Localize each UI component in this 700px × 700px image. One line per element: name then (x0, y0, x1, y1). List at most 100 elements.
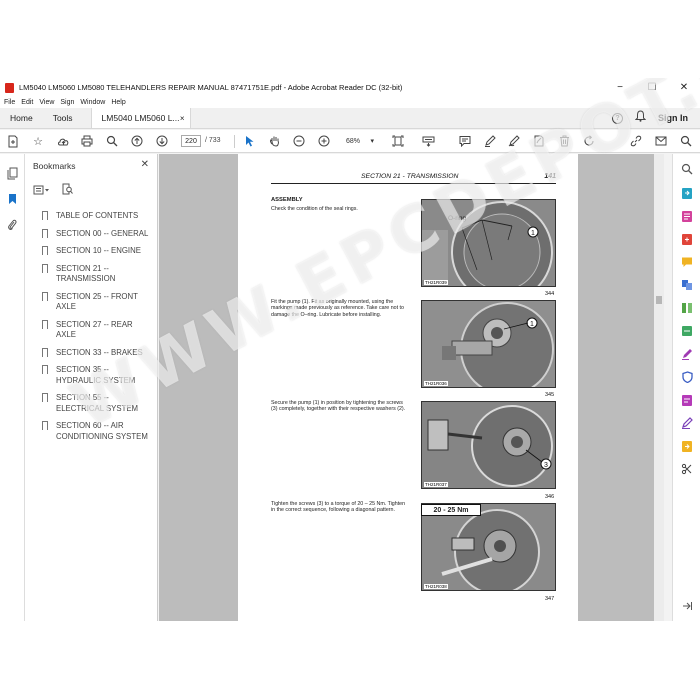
help-icon[interactable]: ? (612, 112, 623, 124)
bookmark-label: SECTION 60 -- AIR CONDITIONING SYSTEM (56, 421, 148, 441)
hand-tool-icon[interactable] (268, 134, 282, 148)
close-icon[interactable]: ✕ (141, 159, 149, 170)
comment-tool-icon[interactable] (680, 255, 694, 269)
figure-reference: TH21R039 (424, 280, 448, 285)
page-thumbnails-icon[interactable] (5, 166, 19, 180)
share-link-icon[interactable] (629, 134, 643, 148)
bookmark-item[interactable]: TABLE OF CONTENTS (42, 211, 154, 222)
more-tools-icon[interactable] (680, 462, 694, 476)
minimize-button[interactable]: − (604, 78, 636, 97)
bookmark-item[interactable]: SECTION 10 -- ENGINE (42, 246, 154, 257)
delete-trash-icon[interactable] (557, 134, 571, 148)
menu-help[interactable]: Help (111, 99, 125, 106)
combine-files-icon[interactable] (680, 278, 694, 292)
select-cursor-icon[interactable] (243, 134, 257, 148)
menu-view[interactable]: View (39, 99, 54, 106)
bookmark-item[interactable]: SECTION 55 -- ELECTRICAL SYSTEM (42, 393, 154, 414)
fill-sign-icon[interactable] (532, 134, 546, 148)
title-bar: LM5040 LM5060 LM5080 TELEHANDLERS REPAIR… (0, 78, 700, 97)
navigation-rail (0, 154, 25, 621)
tab-tools[interactable]: Tools (43, 108, 83, 128)
collapse-pane-icon[interactable] (680, 599, 694, 613)
account-area: ? Sign In (612, 108, 700, 128)
cloud-upload-icon[interactable] (56, 134, 70, 148)
draw-signature-icon[interactable] (507, 134, 521, 148)
page-down-icon[interactable] (155, 134, 169, 148)
email-envelope-icon[interactable] (654, 134, 668, 148)
protect-shield-icon[interactable] (680, 370, 694, 384)
zoom-in-icon[interactable] (317, 134, 331, 148)
create-pdf-icon[interactable] (6, 134, 20, 148)
figure-photo: 1 TH21R036 (421, 300, 556, 388)
bookmark-ribbon-icon (42, 393, 48, 402)
scrollbar-thumb[interactable] (656, 296, 662, 304)
oring-callout-label: O-ring (448, 215, 466, 222)
bookmark-ribbon-icon (42, 421, 48, 430)
edit-pdf-icon[interactable] (680, 209, 694, 223)
bookmark-ribbon-icon (42, 347, 48, 357)
bookmark-item[interactable]: SECTION 00 -- GENERAL (42, 228, 154, 240)
bookmark-item[interactable]: SECTION 35 -- HYDRAULIC SYSTEM (42, 365, 154, 386)
bookmark-list: TABLE OF CONTENTS SECTION 00 -- GENERAL … (42, 211, 154, 449)
bookmark-options-icon[interactable] (33, 182, 50, 200)
fit-page-icon[interactable] (391, 134, 405, 148)
bookmark-label: SECTION 33 -- BRAKES (56, 347, 143, 357)
attachments-paperclip-icon[interactable] (5, 217, 19, 231)
search-zoom-icon[interactable] (105, 134, 119, 148)
search-icon[interactable] (679, 134, 693, 148)
notifications-bell-icon[interactable] (634, 109, 647, 127)
page-number-input[interactable]: 220 (181, 135, 201, 147)
bookmark-label: SECTION 35 -- HYDRAULIC SYSTEM (56, 365, 136, 385)
zoom-out-icon[interactable] (292, 134, 306, 148)
send-file-icon[interactable] (680, 439, 694, 453)
bookmark-item[interactable]: SECTION 21 -- TRANSMISSION (42, 263, 154, 285)
tab-document[interactable]: LM5040 LM5060 L... × (90, 108, 191, 128)
bookmarks-panel-icon[interactable] (5, 192, 19, 206)
find-bookmark-icon[interactable] (62, 182, 73, 200)
prepare-form-icon[interactable] (680, 393, 694, 407)
svg-text:3: 3 (544, 462, 548, 469)
tab-close-icon[interactable]: × (180, 114, 185, 123)
scan-ocr-icon[interactable] (680, 324, 694, 338)
bookmark-ribbon-icon (42, 291, 48, 301)
document-view[interactable]: SECTION 21 - TRANSMISSION 141 ASSEMBLY C… (159, 154, 654, 621)
step-text: Fit the pump (1). Fit as originally moun… (271, 299, 404, 318)
acrobat-app-icon (5, 82, 14, 93)
tab-home[interactable]: Home (0, 108, 43, 128)
bookmark-item[interactable]: SECTION 27 -- REAR AXLE (42, 319, 154, 341)
create-pdf-tool-icon[interactable] (680, 232, 694, 246)
torque-spec-label: 20 - 25 Nm (421, 504, 481, 516)
chevron-down-icon: ▾ (370, 138, 374, 145)
menu-file[interactable]: File (4, 99, 15, 106)
vertical-scrollbar[interactable] (654, 154, 664, 621)
zoom-search-icon[interactable] (680, 162, 694, 176)
section-title: SECTION 21 - TRANSMISSION (361, 173, 459, 180)
keyboard-scroll-icon[interactable] (421, 134, 435, 148)
fill-and-sign-icon[interactable] (680, 347, 694, 361)
bookmark-label: TABLE OF CONTENTS (56, 211, 139, 220)
zoom-level-select[interactable]: 68% ▾ (343, 135, 377, 147)
menu-edit[interactable]: Edit (21, 99, 33, 106)
print-icon[interactable] (80, 134, 94, 148)
bookmark-item[interactable]: SECTION 25 -- FRONT AXLE (42, 291, 154, 313)
figure-number: 347 (545, 596, 555, 602)
menu-window[interactable]: Window (80, 99, 105, 106)
bookmark-item[interactable]: SECTION 60 -- AIR CONDITIONING SYSTEM (42, 421, 154, 442)
assembly-heading: ASSEMBLY (271, 197, 303, 203)
bookmark-ribbon-icon (42, 263, 48, 273)
bookmark-star-icon[interactable]: ☆ (31, 134, 45, 148)
send-for-signature-icon[interactable] (680, 416, 694, 430)
export-pdf-icon[interactable] (680, 186, 694, 200)
page-up-icon[interactable] (130, 134, 144, 148)
menu-sign[interactable]: Sign (60, 99, 74, 106)
tab-document-label: LM5040 LM5060 L... (101, 113, 180, 123)
step-text: Tighten the screws (3) to a torque of 20… (271, 501, 406, 514)
comment-icon[interactable] (458, 134, 472, 148)
maximize-button[interactable]: ☐ (636, 78, 668, 97)
rotate-icon[interactable] (582, 134, 596, 148)
sign-in-link[interactable]: Sign In (658, 113, 688, 123)
organize-pages-icon[interactable] (680, 301, 694, 315)
close-window-button[interactable]: ✕ (668, 78, 700, 97)
bookmark-item[interactable]: SECTION 33 -- BRAKES (42, 347, 154, 359)
highlight-pen-icon[interactable] (483, 134, 497, 148)
